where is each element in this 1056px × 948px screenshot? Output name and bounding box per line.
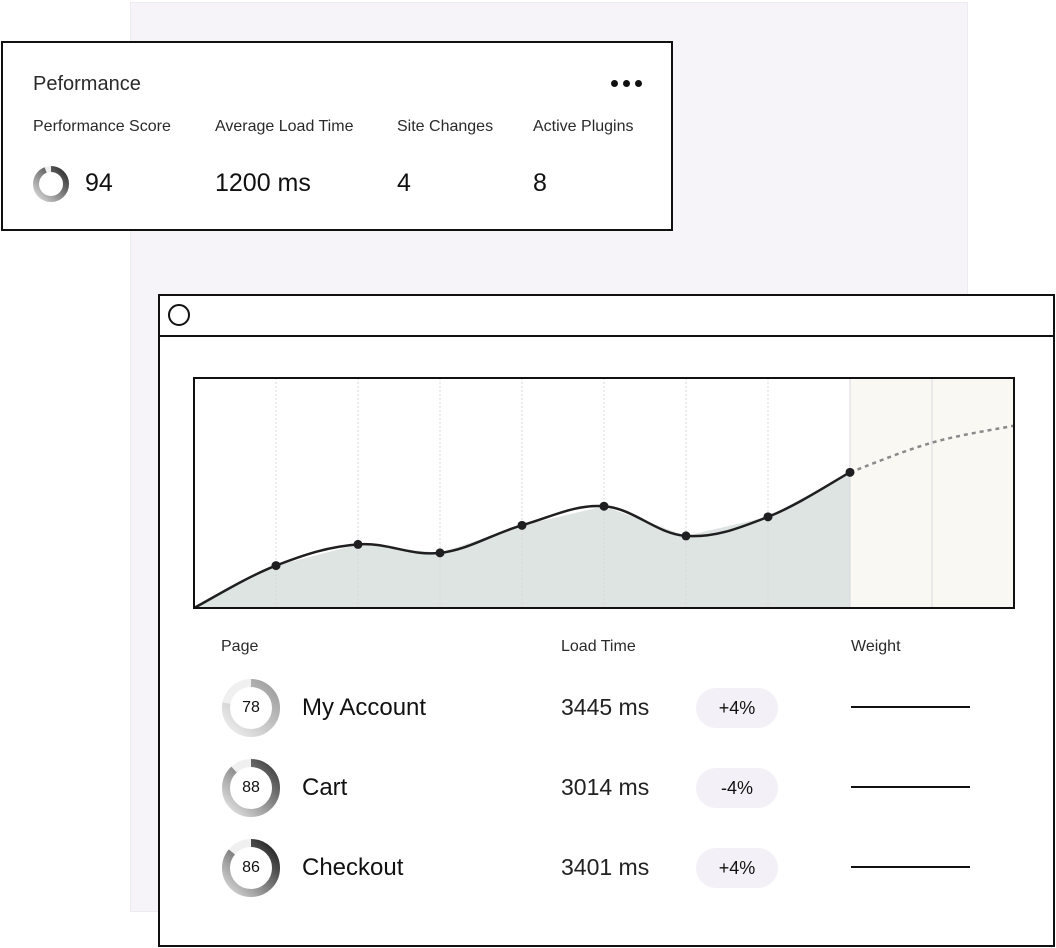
page-load-time: 3014 ms xyxy=(561,774,650,800)
data-point xyxy=(681,531,691,541)
metric-label-score: Performance Score xyxy=(33,118,171,135)
data-point xyxy=(845,467,855,477)
performance-card: Peformance Performance Score Average Loa… xyxy=(1,41,673,231)
data-point xyxy=(517,520,527,530)
analytics-window: Page Load Time Weight 78 My Account 3445 m… xyxy=(158,294,1055,947)
data-point xyxy=(435,548,445,558)
column-header-page: Page xyxy=(221,638,259,655)
weight-bar xyxy=(851,786,970,788)
window-circle-icon[interactable] xyxy=(168,304,190,326)
column-header-load-time: Load Time xyxy=(561,638,636,655)
page-name[interactable]: Checkout xyxy=(302,854,403,882)
metric-value-plugins: 8 xyxy=(533,169,547,197)
load-time-delta-badge: +4% xyxy=(696,688,778,728)
page-name[interactable]: My Account xyxy=(302,694,426,722)
performance-title: Peformance xyxy=(33,73,141,95)
more-options-icon[interactable] xyxy=(603,71,649,95)
page-load-time: 3401 ms xyxy=(561,854,650,880)
metric-label-load-time: Average Load Time xyxy=(215,118,354,135)
page-load-time: 3445 ms xyxy=(561,694,650,720)
window-titlebar xyxy=(160,296,1053,337)
load-time-delta-badge: +4% xyxy=(696,848,778,888)
load-time-delta-badge: -4% xyxy=(696,768,778,808)
page-score: 86 xyxy=(242,859,260,876)
page-score: 78 xyxy=(242,699,260,716)
column-header-weight: Weight xyxy=(851,638,901,655)
weight-bar xyxy=(851,866,970,868)
metric-value-site-changes: 4 xyxy=(397,169,411,197)
table-row[interactable]: 88 Cart 3014 ms -4% xyxy=(160,758,1053,818)
data-point xyxy=(763,512,773,522)
page-score: 88 xyxy=(242,779,260,796)
score-ring-icon xyxy=(33,166,69,202)
metric-label-site-changes: Site Changes xyxy=(397,118,494,135)
metric-value-load-time: 1200 ms xyxy=(215,169,311,197)
load-trend-chart xyxy=(193,377,1015,609)
page-name[interactable]: Cart xyxy=(302,774,347,802)
data-point xyxy=(271,561,281,571)
data-point xyxy=(599,501,609,511)
metric-label-plugins: Active Plugins xyxy=(533,118,634,135)
weight-bar xyxy=(851,706,970,708)
table-row[interactable]: 78 My Account 3445 ms +4% xyxy=(160,678,1053,738)
data-point xyxy=(353,539,363,549)
table-row[interactable]: 86 Checkout 3401 ms +4% xyxy=(160,838,1053,898)
metric-value-score: 94 xyxy=(85,169,113,197)
